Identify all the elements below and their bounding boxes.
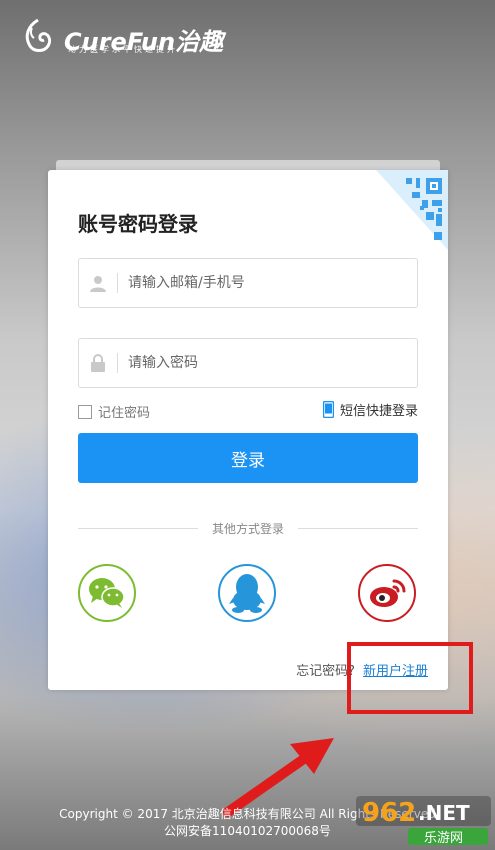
remember-password[interactable]: 记住密码 [78, 402, 150, 421]
password-input[interactable] [118, 340, 417, 386]
wechat-icon [89, 578, 125, 608]
weibo-icon [370, 579, 406, 607]
watermark-suffix: .NET [418, 801, 470, 825]
brand-slogan: 动力医学水平快速提升 [68, 45, 178, 54]
qq-penguin-icon [229, 574, 265, 613]
mobile-phone-icon [322, 401, 334, 418]
account-field[interactable] [78, 258, 418, 308]
divider-line [78, 527, 198, 529]
lock-icon [79, 339, 117, 387]
qr-code-icon[interactable] [376, 170, 448, 250]
962-watermark-logo: 962 .NET 乐游网 [356, 796, 491, 846]
qq-login-button[interactable] [218, 564, 276, 622]
account-input[interactable] [118, 260, 417, 306]
curefun-logo-icon [25, 18, 52, 52]
register-highlight-box [347, 642, 473, 714]
remember-checkbox[interactable] [78, 404, 92, 419]
remember-label: 记住密码 [98, 406, 151, 421]
watermark-number: 962 [362, 798, 416, 828]
password-field[interactable] [78, 338, 418, 388]
sms-login-label: 短信快捷登录 [339, 404, 418, 419]
user-icon [79, 259, 117, 307]
sms-login-link[interactable]: 短信快捷登录 [322, 400, 418, 419]
divider-line [298, 527, 419, 529]
weibo-login-button[interactable] [358, 564, 416, 622]
wechat-login-button[interactable] [78, 564, 136, 622]
watermark-site: 乐游网 [424, 831, 463, 846]
login-button[interactable]: 登录 [78, 433, 418, 483]
login-title: 账号密码登录 [78, 212, 198, 236]
login-card: 账号密码登录 记住密码 短信快捷登录 登录 其他方式登录 [48, 170, 448, 690]
other-login-divider: 其他方式登录 [78, 520, 419, 536]
logo: CureFun治趣 动力医学水平快速提升 [18, 18, 223, 54]
other-login-label: 其他方式登录 [212, 521, 285, 536]
